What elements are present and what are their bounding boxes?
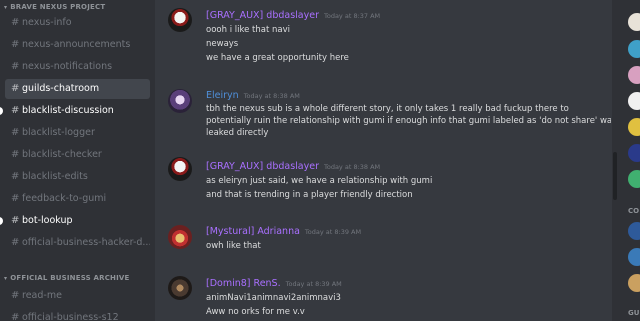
- channel-sidebar: ▾ BRAVE NEXUS PROJECT # nexus-info # nexus-…: [0, 0, 155, 321]
- member-avatar[interactable]: [628, 118, 640, 136]
- member-avatar[interactable]: [628, 40, 640, 58]
- member-section-header: CO: [628, 207, 640, 215]
- channel-nexus-info[interactable]: # nexus-info: [5, 13, 150, 33]
- avatar[interactable]: [168, 157, 192, 181]
- message-text: Aww no orks for me v.v: [206, 307, 305, 317]
- category-header-official-business-archive[interactable]: ▾ OFFICIAL BUSINESS ARCHIVE: [4, 274, 130, 282]
- hash-icon: #: [11, 127, 20, 138]
- message-text: owh like that: [206, 241, 261, 251]
- hash-icon: #: [11, 312, 20, 321]
- avatar[interactable]: [168, 8, 192, 32]
- member-avatar[interactable]: [628, 170, 640, 188]
- hash-icon: #: [11, 105, 20, 116]
- member-avatar[interactable]: [628, 274, 640, 292]
- channel-blacklist-edits[interactable]: # blacklist-edits: [5, 167, 150, 187]
- hash-icon: #: [11, 237, 20, 248]
- hash-icon: #: [11, 149, 20, 160]
- avatar[interactable]: [168, 89, 192, 113]
- member-avatar[interactable]: [628, 248, 640, 266]
- channel-official-business-s12[interactable]: # official-business-s12: [5, 308, 150, 321]
- message-text: oooh i like that navi: [206, 25, 290, 35]
- chevron-down-icon: ▾: [4, 4, 8, 11]
- unread-indicator: [0, 107, 3, 115]
- channel-official-business-hacker[interactable]: # official-business-hacker-d...: [5, 233, 150, 253]
- member-avatar[interactable]: [628, 66, 640, 84]
- channel-bot-lookup[interactable]: # bot-lookup: [5, 211, 150, 231]
- member-list: CO GU: [618, 0, 640, 321]
- message-timestamp: Today at 8:39 AM: [285, 280, 342, 288]
- message-text: leaked directly: [206, 128, 269, 138]
- avatar[interactable]: [168, 225, 192, 249]
- message-list: [GRAY_AUX] dbdaslayer Today at 8:37 AM oo…: [155, 0, 611, 321]
- message-text: potentially ruin the relationship with g…: [206, 116, 611, 126]
- message-text: neways: [206, 39, 239, 49]
- member-avatar[interactable]: [628, 13, 640, 31]
- channel-nexus-announcements[interactable]: # nexus-announcements: [5, 35, 150, 55]
- hash-icon: #: [11, 193, 20, 204]
- message-author[interactable]: [Domin8] RenS.: [206, 278, 281, 289]
- message-author[interactable]: [GRAY_AUX] dbdaslayer: [206, 161, 319, 172]
- message-text: we have a great opportunity here: [206, 53, 349, 63]
- hash-icon: #: [11, 17, 20, 28]
- message-text: tbh the nexus sub is a whole different s…: [206, 104, 569, 114]
- message-author[interactable]: Eleiryn: [206, 90, 239, 101]
- channel-blacklist-logger[interactable]: # blacklist-logger: [5, 123, 150, 143]
- hash-icon: #: [11, 61, 20, 72]
- hash-icon: #: [11, 39, 20, 50]
- message-timestamp: Today at 8:37 AM: [323, 12, 381, 20]
- hash-icon: #: [11, 171, 20, 182]
- member-section-header: GU: [628, 309, 640, 317]
- member-avatar[interactable]: [628, 144, 640, 162]
- message-text: animNavi1animnavi2animnavi3: [206, 293, 341, 303]
- message-author[interactable]: [Mystural] Adrianna: [206, 226, 300, 237]
- channel-blacklist-checker[interactable]: # blacklist-checker: [5, 145, 150, 165]
- channel-blacklist-discussion[interactable]: # blacklist-discussion: [5, 101, 150, 121]
- message-text: as eleiryn just said, we have a relation…: [206, 176, 433, 186]
- channel-nexus-notifications[interactable]: # nexus-notifications: [5, 57, 150, 77]
- hash-icon: #: [11, 83, 20, 94]
- channel-feedback-to-gumi[interactable]: # feedback-to-gumi: [5, 189, 150, 209]
- member-avatar[interactable]: [628, 92, 640, 110]
- member-avatar[interactable]: [628, 222, 640, 240]
- channel-guilds-chatroom[interactable]: # guilds-chatroom: [5, 79, 150, 99]
- message-timestamp: Today at 8:38 AM: [243, 92, 300, 100]
- message-author[interactable]: [GRAY_AUX] dbdaslayer: [206, 10, 319, 21]
- chevron-down-icon: ▾: [4, 275, 8, 282]
- scrollbar-thumb[interactable]: [613, 152, 617, 200]
- message-timestamp: Today at 8:39 AM: [304, 228, 362, 236]
- category-header-brave-nexus[interactable]: ▾ BRAVE NEXUS PROJECT: [4, 3, 105, 11]
- message-text: and that is trending in a player friendl…: [206, 190, 413, 200]
- hash-icon: #: [11, 215, 20, 226]
- hash-icon: #: [11, 290, 20, 301]
- message-timestamp: Today at 8:38 AM: [323, 163, 381, 171]
- avatar[interactable]: [168, 276, 192, 300]
- channel-read-me[interactable]: # read-me: [5, 286, 150, 306]
- unread-indicator: [0, 217, 3, 225]
